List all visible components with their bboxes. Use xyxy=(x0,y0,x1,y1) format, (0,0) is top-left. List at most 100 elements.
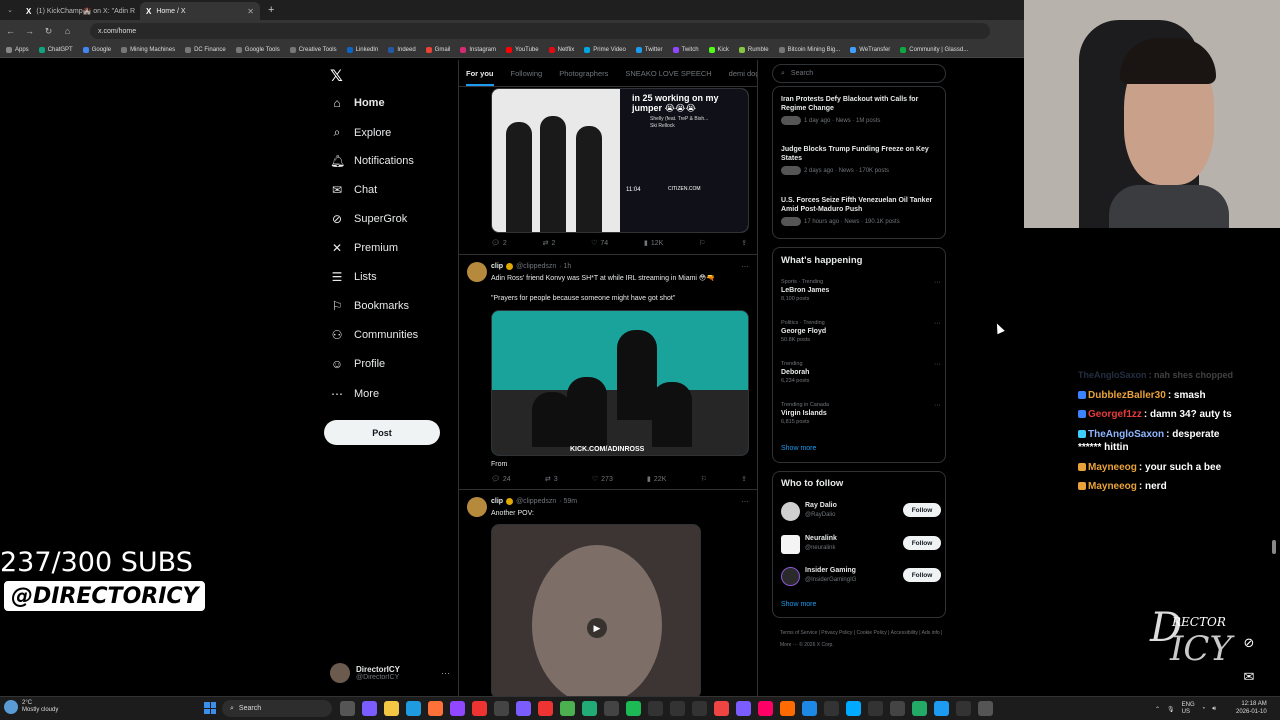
tweet[interactable]: clip @clippedszn · 1h ··· Adin Ross' fri… xyxy=(459,255,757,490)
copilot-icon[interactable] xyxy=(362,701,377,716)
bookmark[interactable]: WeTransfer xyxy=(850,46,890,53)
app-icon[interactable] xyxy=(604,701,619,716)
app-icon[interactable] xyxy=(978,701,993,716)
bookmark-button[interactable]: ⚐ xyxy=(699,239,705,247)
nav-profile[interactable]: ☺ Profile xyxy=(330,357,385,371)
tab-sneako[interactable]: SNEAKO LOVE SPEECH xyxy=(625,69,711,78)
show-more-link[interactable]: Show more xyxy=(781,445,816,452)
bookmark[interactable]: YouTube xyxy=(506,46,539,53)
nav-premium[interactable]: ✕ Premium xyxy=(330,241,398,255)
app-icon[interactable] xyxy=(758,701,773,716)
app-icon[interactable] xyxy=(912,701,927,716)
message-icon[interactable]: ✉ xyxy=(1238,666,1260,688)
news-item[interactable]: Judge Blocks Trump Funding Freeze on Key… xyxy=(781,145,941,175)
avatar[interactable] xyxy=(467,262,487,282)
views-button[interactable]: ▮ 12K xyxy=(644,239,663,248)
forward-icon[interactable]: → xyxy=(25,26,34,36)
app-icon[interactable] xyxy=(802,701,817,716)
tweet-handle[interactable]: @clippedszn xyxy=(516,498,556,505)
capcut-icon[interactable] xyxy=(670,701,685,716)
tab-photographers[interactable]: Photographers xyxy=(559,69,608,78)
more-icon[interactable]: ··· xyxy=(934,279,941,286)
repost-button[interactable]: ⇄ 2 xyxy=(543,239,556,248)
app-icon[interactable] xyxy=(472,701,487,716)
bookmark[interactable]: Creative Tools xyxy=(289,46,337,53)
x-logo-icon[interactable]: 𝕏 xyxy=(330,66,343,86)
volume-icon[interactable]: 🔊︎ xyxy=(1212,706,1216,713)
more-icon[interactable]: ··· xyxy=(741,262,749,271)
news-item[interactable]: Iran Protests Defy Blackout with Calls f… xyxy=(781,95,941,125)
bookmark[interactable]: Gmail xyxy=(425,46,450,53)
mic-icon[interactable]: 🎙︎ xyxy=(1167,706,1175,713)
avatar[interactable] xyxy=(467,497,487,517)
twitch-icon[interactable] xyxy=(450,701,465,716)
file-explorer-icon[interactable] xyxy=(384,701,399,716)
app-icon[interactable] xyxy=(582,701,597,716)
trend-item[interactable]: Trending Deborah 6,234 posts ··· xyxy=(781,361,941,384)
taskbar-search[interactable]: ⌕ Search xyxy=(222,700,332,717)
bookmark[interactable]: Instagram xyxy=(460,46,496,53)
footer-links[interactable]: Terms of Service | Privacy Policy | Cook… xyxy=(780,627,946,651)
scrollbar-thumb[interactable] xyxy=(1272,540,1276,554)
new-tab-button[interactable]: + xyxy=(260,4,282,16)
follow-button[interactable]: Follow xyxy=(903,503,941,517)
follow-suggestion[interactable]: Insider Gaming @InsiderGamingIG Follow xyxy=(781,566,941,590)
task-view-icon[interactable] xyxy=(340,701,355,716)
url-input[interactable]: x.com/home xyxy=(90,23,990,39)
tweet-media-video[interactable]: KICK.COM/ADINROSS xyxy=(491,310,749,456)
tab-for-you[interactable]: For you xyxy=(466,69,494,86)
post-button[interactable]: Post xyxy=(324,420,440,445)
wifi-icon[interactable]: ◔ xyxy=(1202,706,1206,712)
trend-item[interactable]: Sports · Trending LeBron James 8,100 pos… xyxy=(781,279,941,302)
like-button[interactable]: ♡ 74 xyxy=(591,239,608,248)
views-button[interactable]: ▮ 22K xyxy=(647,475,666,484)
tweet-time[interactable]: · 59m xyxy=(559,498,577,505)
share-button[interactable]: ⇪ xyxy=(741,475,747,483)
bookmark-button[interactable]: ⚐ xyxy=(701,475,707,483)
bookmark[interactable]: Prime Video xyxy=(584,46,626,53)
app-icon[interactable] xyxy=(824,701,839,716)
tray-chevron-icon[interactable]: ⌃ xyxy=(1155,706,1160,713)
trend-item[interactable]: Politics · Trending George Floyd 50.8K p… xyxy=(781,320,941,343)
popout-icon[interactable]: ⊘ xyxy=(1238,632,1260,654)
app-icon[interactable] xyxy=(648,701,663,716)
nav-home[interactable]: ⌂ Home xyxy=(330,96,384,110)
reply-button[interactable]: 💬︎ 2 xyxy=(491,239,507,248)
more-icon[interactable]: ··· xyxy=(934,402,941,409)
bookmark[interactable]: Mining Machines xyxy=(121,46,175,53)
repost-button[interactable]: ⇄ 3 xyxy=(545,475,558,484)
nav-bookmarks[interactable]: ⚐ Bookmarks xyxy=(330,299,409,313)
app-icon[interactable] xyxy=(868,701,883,716)
more-icon[interactable]: ··· xyxy=(441,668,450,678)
bookmark[interactable]: Bitcoin Mining Big... xyxy=(778,46,840,53)
follow-button[interactable]: Follow xyxy=(903,568,941,582)
app-icon[interactable] xyxy=(956,701,971,716)
bookmark[interactable]: Rumble xyxy=(738,46,769,53)
nav-lists[interactable]: ☰ Lists xyxy=(330,270,377,284)
bookmark[interactable]: DC Finance xyxy=(185,46,226,53)
edge-icon[interactable] xyxy=(406,701,421,716)
nav-explore[interactable]: ⌕ Explore xyxy=(330,125,392,140)
search-input[interactable]: ⌕ Search xyxy=(772,64,946,83)
play-icon[interactable]: ▶ xyxy=(587,618,607,638)
bookmark[interactable]: Twitch xyxy=(672,46,699,53)
tab-following[interactable]: Following xyxy=(511,69,543,78)
language[interactable]: ENG xyxy=(1182,702,1195,708)
nav-supergrok[interactable]: ⊘ SuperGrok xyxy=(330,212,407,226)
reply-button[interactable]: 💬︎ 24 xyxy=(491,475,511,484)
bookmark[interactable]: Google xyxy=(82,46,111,53)
trend-item[interactable]: Trending in Canada Virgin Islands 6,815 … xyxy=(781,402,941,425)
more-icon[interactable]: ··· xyxy=(934,361,941,368)
follow-suggestion[interactable]: Neuralink @neuralink Follow xyxy=(781,534,941,558)
tab-demi-dog[interactable]: demi dog xyxy=(729,69,757,78)
chrome-icon[interactable] xyxy=(560,701,575,716)
app-icon[interactable] xyxy=(846,701,861,716)
nav-notifications[interactable]: 🔔︎ Notifications xyxy=(330,154,414,168)
bookmark[interactable]: Twitter xyxy=(635,46,663,53)
back-icon[interactable]: ← xyxy=(6,26,15,36)
app-icon[interactable] xyxy=(780,701,795,716)
tweet-author[interactable]: clip xyxy=(491,263,503,270)
firefox-icon[interactable] xyxy=(428,701,443,716)
nav-chat[interactable]: ✉ Chat xyxy=(330,183,377,197)
account-switcher[interactable]: DirectorICY @DirectorICY ··· xyxy=(330,660,450,686)
